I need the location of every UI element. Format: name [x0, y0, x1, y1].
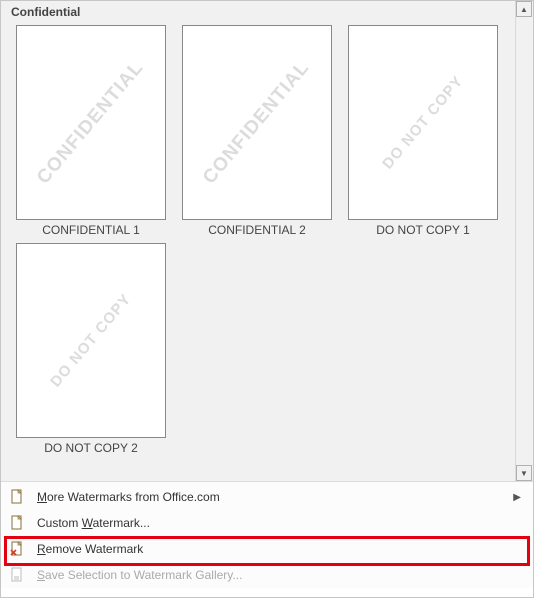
- watermark-preview: CONFIDENTIAL: [16, 25, 166, 220]
- menu-label: More Watermarks from Office.com: [37, 490, 513, 504]
- scrollbar[interactable]: ▲ ▼: [515, 1, 533, 481]
- watermark-preview: DO NOT COPY: [348, 25, 498, 220]
- watermark-label: CONFIDENTIAL 1: [11, 223, 171, 237]
- section-header-confidential: Confidential: [1, 1, 515, 21]
- watermark-option-do-not-copy-2[interactable]: DO NOT COPY DO NOT COPY 2: [11, 243, 171, 455]
- watermark-preview: DO NOT COPY: [16, 243, 166, 438]
- scroll-up-button[interactable]: ▲: [516, 1, 532, 17]
- page-icon: [7, 487, 27, 507]
- menu-remove-watermark[interactable]: Remove Watermark: [1, 536, 533, 562]
- watermark-label: CONFIDENTIAL 2: [177, 223, 337, 237]
- menu-label: Custom Watermark...: [37, 516, 525, 530]
- menu-save-selection: Save Selection to Watermark Gallery...: [1, 562, 533, 588]
- submenu-arrow-icon: ▶: [513, 492, 521, 503]
- menu-more-watermarks[interactable]: More Watermarks from Office.com ▶: [1, 484, 533, 510]
- watermark-text: CONFIDENTIAL: [33, 57, 148, 189]
- watermark-text: DO NOT COPY: [47, 291, 135, 391]
- watermark-option-do-not-copy-1[interactable]: DO NOT COPY DO NOT COPY 1: [343, 25, 503, 237]
- watermark-text: CONFIDENTIAL: [199, 57, 314, 189]
- page-icon: [7, 513, 27, 533]
- gallery-main: Confidential CONFIDENTIAL CONFIDENTIAL 1…: [1, 1, 515, 481]
- save-to-gallery-icon: [7, 565, 27, 585]
- watermark-gallery: Confidential CONFIDENTIAL CONFIDENTIAL 1…: [1, 1, 533, 481]
- menu-area: More Watermarks from Office.com ▶ Custom…: [1, 481, 533, 588]
- watermark-preview: CONFIDENTIAL: [182, 25, 332, 220]
- watermark-option-confidential-2[interactable]: CONFIDENTIAL CONFIDENTIAL 2: [177, 25, 337, 237]
- watermark-label: DO NOT COPY 2: [11, 441, 171, 455]
- chevron-down-icon: ▼: [520, 469, 528, 478]
- thumbnail-grid: CONFIDENTIAL CONFIDENTIAL 1 CONFIDENTIAL…: [1, 21, 515, 467]
- remove-watermark-icon: [7, 539, 27, 559]
- chevron-up-icon: ▲: [520, 5, 528, 14]
- menu-label: Save Selection to Watermark Gallery...: [37, 568, 525, 582]
- menu-custom-watermark[interactable]: Custom Watermark...: [1, 510, 533, 536]
- scroll-down-button[interactable]: ▼: [516, 465, 532, 481]
- watermark-label: DO NOT COPY 1: [343, 223, 503, 237]
- watermark-option-confidential-1[interactable]: CONFIDENTIAL CONFIDENTIAL 1: [11, 25, 171, 237]
- menu-label: Remove Watermark: [37, 542, 525, 556]
- watermark-text: DO NOT COPY: [379, 73, 467, 173]
